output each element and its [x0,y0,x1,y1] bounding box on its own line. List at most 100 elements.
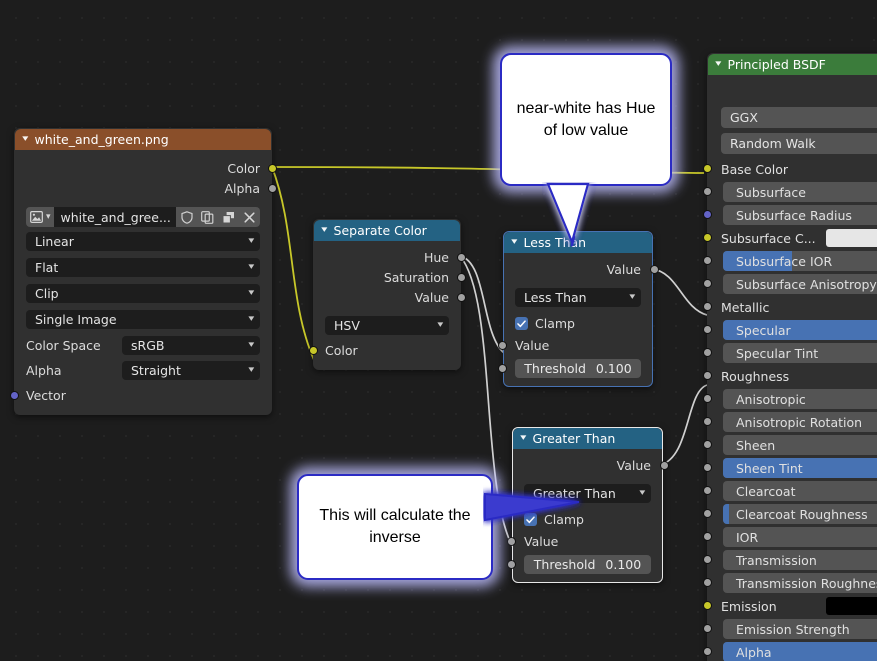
dropdown-subsurface-method[interactable]: Random Walk [721,133,877,154]
socket-value-in[interactable] [702,256,712,265]
collapse-chevron-icon[interactable]: ▾ [715,54,721,75]
node-principled-bsdf[interactable]: ▾ Principled BSDF GGX Random Walk Base C… [702,53,877,661]
socket-value-in[interactable] [702,325,712,334]
callout-calculate-inverse[interactable]: This will calculate the inverse [297,474,580,580]
bsdf-row-alpha[interactable]: Alpha [702,641,877,661]
socket-value-in[interactable] [506,537,516,546]
dropdown-operation[interactable]: Less Than ▾ [515,288,641,307]
chevron-down-icon[interactable]: ▾ [46,212,51,222]
socket-threshold-in[interactable] [497,364,507,373]
output-socket-row-value[interactable]: Value [314,288,466,308]
field-row-alpha-mode[interactable]: Alpha Straight ▾ [15,359,271,381]
socket-value-in[interactable] [702,578,712,587]
bsdf-row-subsurface-ior[interactable]: Subsurface IOR [702,250,877,272]
node-image-texture[interactable]: ▾ white_and_green.png Color Alpha ▾ whit… [9,128,277,415]
bsdf-row-subsurface-c[interactable]: Subsurface C... [702,227,877,249]
bsdf-row-base-color[interactable]: Base Color [702,158,877,180]
output-socket-row-alpha[interactable]: Alpha [15,179,277,199]
dropdown-alpha-mode[interactable]: Straight ▾ [122,360,260,380]
image-name-field[interactable]: white_and_gree... [53,207,176,227]
bsdf-row-emission[interactable]: Emission [702,595,877,617]
bsdf-row-metallic[interactable]: Metallic [702,296,877,318]
socket-value-in[interactable] [702,302,712,311]
unlink-datablock-button[interactable] [239,207,260,227]
socket-value-in[interactable] [702,417,712,426]
bsdf-row-subsurface-anisotropy[interactable]: Subsurface Anisotropy [702,273,877,295]
input-socket-row-color[interactable]: Color [308,341,460,361]
socket-value-in[interactable] [702,486,712,495]
bsdf-color-swatch[interactable] [826,597,877,615]
node-less-than[interactable]: ▾ Less Than Value Less Than ▾ Clamp Valu… [497,231,659,387]
output-socket-row-value[interactable]: Value [513,456,669,476]
socket-value-in[interactable] [702,463,712,472]
bsdf-row-roughness[interactable]: Roughness [702,365,877,387]
callout-near-white-hue[interactable]: near-white has Hue of low value [500,53,672,247]
bsdf-color-swatch[interactable] [826,229,877,247]
bsdf-row-subsurface-radius[interactable]: Subsurface Radius [702,204,877,226]
bsdf-row-specular[interactable]: Specular [702,319,877,341]
callout-bubble-1[interactable]: near-white has Hue of low value [500,53,672,186]
field-threshold[interactable]: Threshold 0.100 [515,359,641,378]
socket-value-out[interactable] [456,293,466,302]
socket-value-in[interactable] [702,532,712,541]
fake-user-shield-button[interactable] [176,207,197,227]
socket-value-in[interactable] [702,371,712,380]
socket-threshold-in[interactable] [506,560,516,569]
bsdf-row-clearcoat-roughness[interactable]: Clearcoat Roughness [702,503,877,525]
socket-value-in[interactable] [702,624,712,633]
image-datablock-row[interactable]: ▾ white_and_gree... [15,206,271,228]
output-socket-row-value[interactable]: Value [504,260,659,280]
output-socket-row-saturation[interactable]: Saturation [314,268,466,288]
node-separate-color-header[interactable]: ▾ Separate Color [314,220,460,241]
callout-bubble-2[interactable]: This will calculate the inverse [297,474,493,580]
new-copy-button[interactable] [218,207,239,227]
checkbox-clamp[interactable]: Clamp [504,313,652,334]
bsdf-row-transmission-roughness[interactable]: Transmission Roughness [702,572,877,594]
node-editor-canvas[interactable]: ▾ white_and_green.png Color Alpha ▾ whit… [0,0,877,661]
collapse-chevron-icon[interactable]: ▾ [520,428,526,449]
node-image-texture-header[interactable]: ▾ white_and_green.png [15,129,271,150]
socket-value-in[interactable] [702,440,712,449]
node-principled-bsdf-header[interactable]: ▾ Principled BSDF [708,54,877,75]
socket-value-in[interactable] [702,187,712,196]
bsdf-row-clearcoat[interactable]: Clearcoat [702,480,877,502]
socket-value-in[interactable] [702,394,712,403]
input-socket-row-vector[interactable]: Vector [9,386,271,406]
socket-vector-in[interactable] [702,210,712,219]
collapse-chevron-icon[interactable]: ▾ [321,220,327,241]
image-browse-button[interactable]: ▾ [26,207,54,227]
bsdf-row-anisotropic-rotation[interactable]: Anisotropic Rotation [702,411,877,433]
socket-value-in[interactable] [702,555,712,564]
dropdown-distribution[interactable]: GGX [721,107,877,128]
bsdf-row-subsurface[interactable]: Subsurface [702,181,877,203]
socket-value-in[interactable] [702,647,712,656]
socket-vector-in[interactable] [9,391,19,400]
socket-value-out[interactable] [649,265,659,274]
dropdown-interpolation[interactable]: Linear ▾ [26,232,260,251]
bsdf-row-ior[interactable]: IOR [702,526,877,548]
socket-value-in[interactable] [497,341,507,350]
socket-alpha-out[interactable] [267,184,277,193]
checkbox-clamp-box[interactable] [515,317,528,330]
socket-value-out[interactable] [659,461,669,470]
field-threshold[interactable]: Threshold 0.100 [524,555,651,574]
input-socket-row-value[interactable]: Value [506,532,662,552]
socket-value-in[interactable] [702,279,712,288]
dropdown-color-space[interactable]: sRGB ▾ [122,335,260,355]
bsdf-row-emission-strength[interactable]: Emission Strength [702,618,877,640]
copy-datablock-button[interactable] [197,207,218,227]
input-socket-row-value[interactable]: Value [497,336,652,356]
dropdown-source[interactable]: Single Image ▾ [26,310,260,329]
collapse-chevron-icon[interactable]: ▾ [511,232,517,253]
socket-color-in[interactable] [702,601,712,610]
node-greater-than-header[interactable]: ▾ Greater Than [513,428,662,449]
socket-hue-out[interactable] [456,253,466,262]
bsdf-row-sheen[interactable]: Sheen [702,434,877,456]
socket-color-in[interactable] [308,346,318,355]
socket-value-in[interactable] [702,509,712,518]
socket-value-in[interactable] [702,348,712,357]
collapse-chevron-icon[interactable]: ▾ [22,129,28,150]
bsdf-row-anisotropic[interactable]: Anisotropic [702,388,877,410]
node-separate-color[interactable]: ▾ Separate Color Hue Saturation Value HS… [308,219,466,370]
bsdf-row-sheen-tint[interactable]: Sheen Tint [702,457,877,479]
